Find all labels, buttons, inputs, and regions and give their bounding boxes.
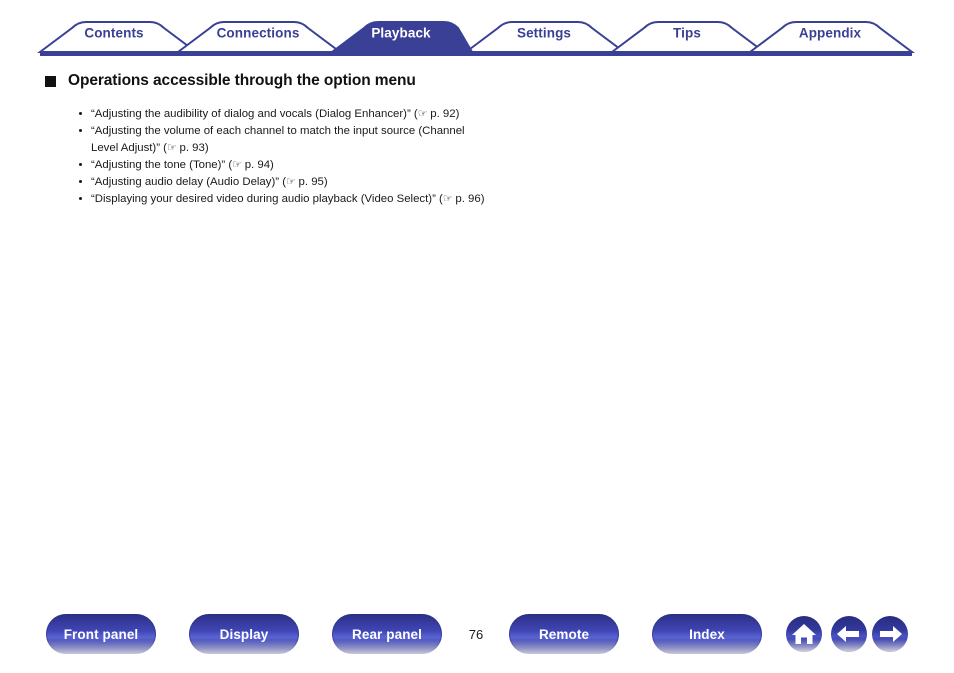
bullet-dot-icon [79, 162, 82, 166]
list-item-text: “Adjusting the audibility of dialog and … [91, 108, 418, 120]
page-reference[interactable]: ☞ p. 92) [418, 108, 460, 120]
page-title-text: Operations accessible through the option… [68, 72, 416, 89]
tab-playback[interactable]: Playback [371, 26, 430, 41]
bullet-dot-icon [79, 112, 82, 115]
left-arrow-glyph [837, 626, 859, 642]
page-reference-text: p. 96) [452, 193, 485, 206]
tab-settings[interactable]: Settings [517, 26, 571, 41]
index-button[interactable]: Index [652, 614, 762, 654]
cross-reference-list: “Adjusting the audibility of dialog and … [0, 106, 954, 208]
tab-bar: Contents Connections Playback Settings T… [0, 0, 954, 62]
pointing-hand-icon: ☞ [286, 176, 296, 189]
list-item-text: “Adjusting the tone (Tone)” ( [91, 158, 233, 171]
right-arrow-glyph [880, 626, 902, 642]
page-reference-text: p. 94) [241, 158, 274, 171]
footer-toolbar: Front panel Display Rear panel 76 Remote… [0, 614, 954, 659]
home-glyph [792, 624, 816, 644]
tab-connections[interactable]: Connections [217, 26, 300, 41]
bullet-dot-icon [79, 197, 82, 201]
pointing-hand-icon: ☞ [417, 108, 428, 120]
home-icon[interactable] [786, 616, 822, 652]
tab-tips[interactable]: Tips [673, 26, 701, 41]
list-item[interactable]: “Displaying your desired video during au… [78, 191, 491, 207]
bullet-dot-icon [79, 129, 82, 133]
page-reference-text: p. 93) [176, 141, 209, 154]
list-item-text: “Displaying your desired video during au… [91, 193, 443, 206]
page-reference-text: p. 92) [427, 108, 460, 120]
list-item[interactable]: “Adjusting the volume of each channel to… [78, 123, 491, 156]
back-arrow-icon[interactable] [831, 616, 867, 652]
page-reference[interactable]: ☞ p. 95) [286, 176, 328, 188]
list-item[interactable]: “Adjusting audio delay (Audio Delay)” (☞… [78, 174, 491, 190]
front-panel-button[interactable]: Front panel [46, 614, 156, 654]
bullet-dot-icon [79, 180, 82, 184]
forward-arrow-icon[interactable] [872, 616, 908, 652]
tab-contents[interactable]: Contents [84, 26, 143, 41]
page-reference[interactable]: ☞ p. 96) [443, 193, 485, 205]
tab-appendix[interactable]: Appendix [799, 26, 861, 41]
list-item-text: “Adjusting audio delay (Audio Delay)” ( [91, 176, 287, 189]
list-item-text: “Adjusting the volume of each channel to… [91, 125, 465, 154]
pointing-hand-icon: ☞ [232, 158, 242, 171]
pointing-hand-icon: ☞ [442, 193, 453, 206]
page-title: Operations accessible through the option… [44, 71, 468, 91]
remote-button[interactable]: Remote [509, 614, 619, 654]
pointing-hand-icon: ☞ [166, 141, 177, 154]
heading-square-bullet-icon [45, 76, 56, 87]
display-button[interactable]: Display [189, 614, 299, 654]
page-reference[interactable]: ☞ p. 93) [167, 142, 209, 154]
page-number: 76 [468, 627, 484, 642]
page-content: Operations accessible through the option… [0, 62, 954, 209]
list-item[interactable]: “Adjusting the audibility of dialog and … [78, 106, 491, 122]
page-reference[interactable]: ☞ p. 94) [232, 159, 274, 171]
list-item[interactable]: “Adjusting the tone (Tone)” (☞ p. 94) [78, 157, 491, 173]
page-reference-text: p. 95) [295, 176, 328, 189]
rear-panel-button[interactable]: Rear panel [332, 614, 442, 654]
